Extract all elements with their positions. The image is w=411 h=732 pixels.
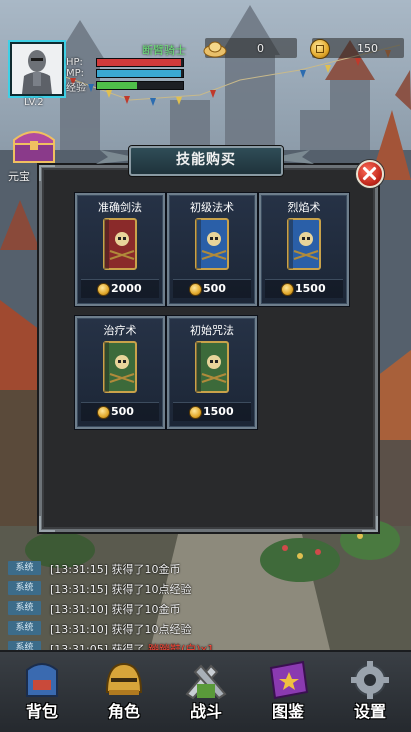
mp-label: MP: xyxy=(66,68,85,79)
log-channel-tag: 系统 xyxy=(8,581,41,595)
log-item-name: 蹦蹦鞋(白)x1 xyxy=(144,643,215,650)
player-level: LV.2 xyxy=(24,97,44,108)
skill-name: 初始咒法 xyxy=(190,324,234,337)
log-channel-tag: 系统 xyxy=(8,621,41,635)
dialog-title-bar: 技能购买 xyxy=(129,146,283,176)
backpack-icon xyxy=(26,663,58,697)
price-row: 1500 xyxy=(265,279,343,298)
skill-price: 500 xyxy=(203,282,226,295)
skill-card[interactable]: 初级法术 500 xyxy=(167,193,257,306)
knight-portrait-icon xyxy=(12,44,62,94)
nav-label: 设置 xyxy=(353,702,386,721)
price-row: 1500 xyxy=(173,402,251,421)
log-row: 系统 [13:31:10] 获得了10金币 xyxy=(8,600,403,617)
log-row: 系统 [13:31:10] 获得了10点经验 xyxy=(8,620,403,637)
price-row: 500 xyxy=(173,279,251,298)
hp-label: HP: xyxy=(66,57,83,68)
ingot-value: 0 xyxy=(257,42,264,55)
nav-label: 背包 xyxy=(25,702,58,721)
skill-card[interactable]: 准确剑法 2000 xyxy=(75,193,165,306)
chest-label: 元宝 xyxy=(8,170,30,183)
title-wing-left-icon xyxy=(96,150,134,164)
gold-coin-icon xyxy=(189,283,202,296)
nav-item-1[interactable]: 背包 xyxy=(1,652,83,732)
log-message: [13:31:10] 获得了10点经验 xyxy=(50,623,192,636)
nav-item-4[interactable]: 图鉴 xyxy=(247,652,329,732)
log-message: [13:31:10] 获得了10金币 xyxy=(50,603,181,616)
hp-bar xyxy=(96,58,184,67)
skill-book-icon xyxy=(103,218,137,270)
dialog-title: 技能购买 xyxy=(176,152,236,168)
gold-coin-icon xyxy=(189,406,202,419)
close-button[interactable] xyxy=(356,160,384,188)
exp-label: 经验 xyxy=(66,83,86,94)
gold-coin-icon xyxy=(97,406,110,419)
skill-name: 准确剑法 xyxy=(98,201,142,214)
book-icon xyxy=(269,660,309,700)
player-name: 断臂骑士 xyxy=(142,44,186,57)
skill-price: 500 xyxy=(111,405,134,418)
log-message: [13:31:05] 获得了 蹦蹦鞋(白)x1 xyxy=(50,641,214,650)
skill-price: 1500 xyxy=(203,405,234,418)
helmet-icon xyxy=(105,662,143,695)
frame-corner xyxy=(362,516,378,532)
nav-item-3[interactable]: 战斗 xyxy=(165,652,247,732)
log-message: [13:31:15] 获得了10金币 xyxy=(50,563,181,576)
ingot-icon xyxy=(203,41,227,58)
frame-corner xyxy=(39,165,55,181)
log-channel-tag: 系统 xyxy=(8,601,41,615)
frame-corner xyxy=(39,516,55,532)
nav-item-5[interactable]: 设置 xyxy=(329,652,411,732)
skill-book-icon xyxy=(287,218,321,270)
log-row: 系统 [13:31:05] 获得了 蹦蹦鞋(白)x1 xyxy=(8,640,403,650)
nav-item-2[interactable]: 角色 xyxy=(83,652,165,732)
skill-book-icon xyxy=(195,218,229,270)
skill-book-icon xyxy=(103,341,137,393)
gold-coin-icon xyxy=(310,39,330,59)
skill-name: 初级法术 xyxy=(190,201,234,214)
log-message: [13:31:15] 获得了10点经验 xyxy=(50,583,192,596)
skill-book-icon xyxy=(195,341,229,393)
gold-coin-icon xyxy=(97,283,110,296)
price-row: 2000 xyxy=(81,279,159,298)
log-row: 系统 [13:31:15] 获得了10点经验 xyxy=(8,580,403,597)
message-log: 系统 [13:31:15] 获得了10金币 系统 [13:31:15] 获得了10点经… xyxy=(8,560,403,650)
nav-label: 角色 xyxy=(107,702,140,721)
log-channel-tag: 系统 xyxy=(8,561,41,575)
player-avatar[interactable] xyxy=(8,40,66,98)
log-row: 系统 [13:31:15] 获得了10金币 xyxy=(8,560,403,577)
skill-price: 2000 xyxy=(111,282,142,295)
skill-name: 治疗术 xyxy=(103,324,137,337)
exp-bar xyxy=(96,81,184,90)
treasure-chest-icon xyxy=(13,131,55,163)
nav-label: 图鉴 xyxy=(271,702,304,721)
gold-value: 150 xyxy=(357,42,378,55)
skill-card[interactable]: 治疗术 500 xyxy=(75,316,165,429)
skill-name: 烈焰术 xyxy=(287,201,321,214)
skill-card[interactable]: 烈焰术 1500 xyxy=(259,193,349,306)
gear-icon xyxy=(351,661,389,699)
log-channel-tag: 系统 xyxy=(8,641,41,650)
nav-label: 战斗 xyxy=(189,702,222,721)
battle-icon xyxy=(185,664,227,700)
gold-coin-icon xyxy=(281,283,294,296)
bottom-nav: 背包 角色 战斗 图鉴 设置 xyxy=(0,650,411,732)
price-row: 500 xyxy=(81,402,159,421)
treasure-chest-button[interactable] xyxy=(10,124,58,164)
skill-price: 1500 xyxy=(295,282,326,295)
skill-card[interactable]: 初始咒法 1500 xyxy=(167,316,257,429)
skill-shop-dialog: 准确剑法 2000 初级法术 500 烈焰术 1500 治疗术 500 初始咒法 1500 xyxy=(39,165,378,532)
mp-bar xyxy=(96,69,184,78)
